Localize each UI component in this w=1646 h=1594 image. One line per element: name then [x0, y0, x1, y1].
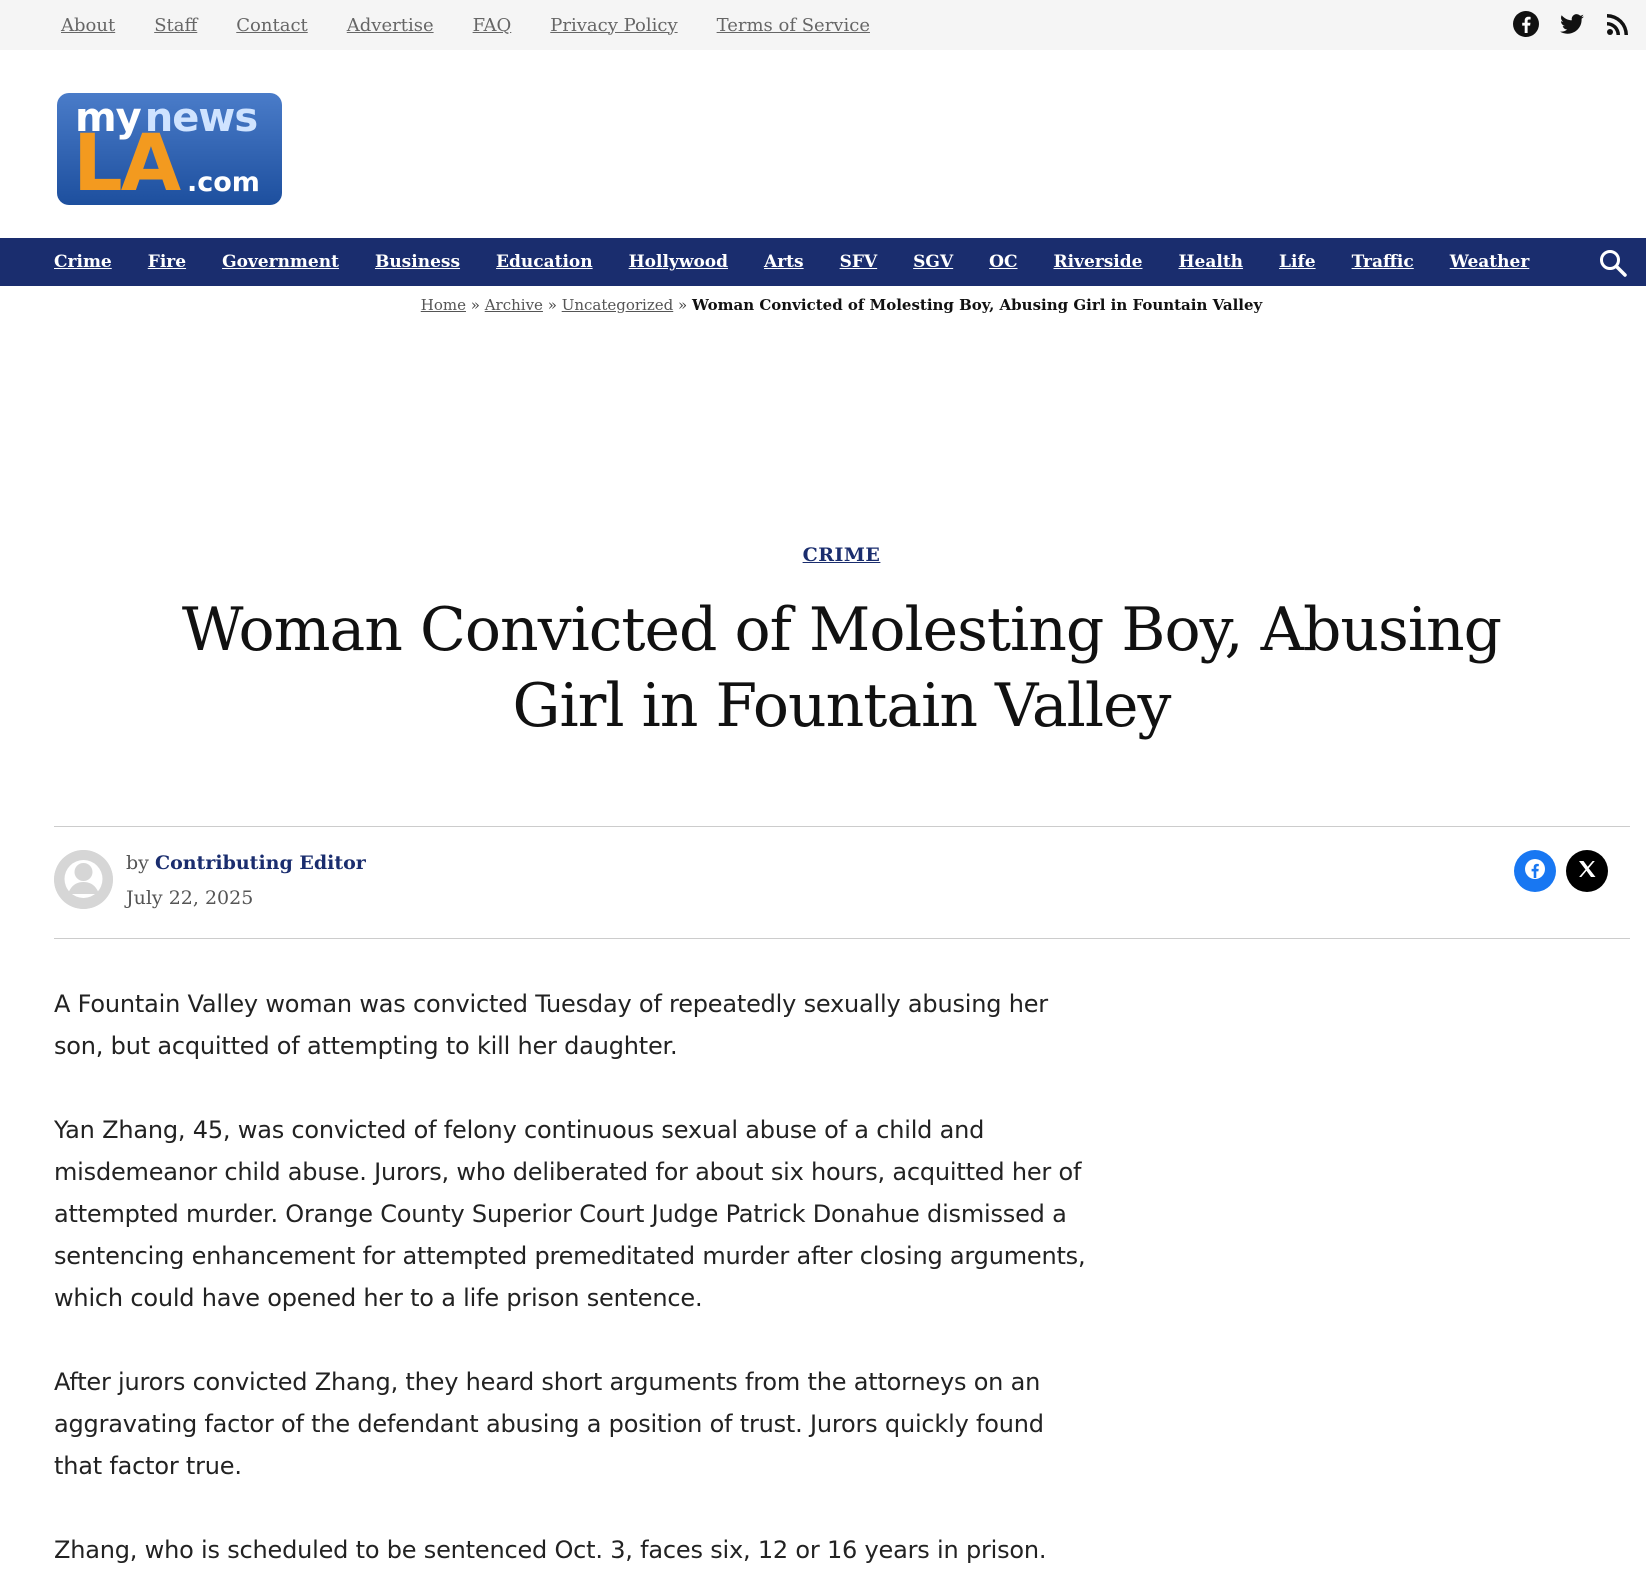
utility-link-about[interactable]: About [61, 15, 115, 36]
divider-top [54, 826, 1630, 827]
utility-link-contact[interactable]: Contact [236, 15, 307, 36]
divider-bottom [54, 938, 1630, 939]
main-navigation: Crime Fire Government Business Education… [0, 238, 1646, 286]
byline-prefix: by [126, 852, 149, 874]
utility-bar: About Staff Contact Advertise FAQ Privac… [0, 0, 1646, 50]
article-paragraph: Zhang, who is scheduled to be sentenced … [54, 1536, 1047, 1564]
ad-placeholder [360, 348, 1320, 478]
nav-item-sgv[interactable]: SGV [913, 252, 953, 272]
facebook-icon [1524, 858, 1546, 884]
nav-item-crime[interactable]: Crime [54, 252, 112, 272]
article-body: A Fountain Valley woman was convicted Tu… [54, 983, 1094, 1594]
logo-la: LA [73, 119, 181, 205]
main-nav-items: Crime Fire Government Business Education… [54, 238, 1565, 286]
nav-item-life[interactable]: Life [1279, 252, 1316, 272]
article-category: CRIME [0, 544, 1646, 566]
utility-link-privacy-policy[interactable]: Privacy Policy [550, 15, 677, 36]
nav-item-arts[interactable]: Arts [764, 252, 804, 272]
twitter-icon[interactable] [1558, 10, 1586, 38]
nav-item-hollywood[interactable]: Hollywood [629, 252, 728, 272]
share-facebook-button[interactable] [1514, 850, 1556, 892]
publish-date: July 22, 2025 [126, 887, 254, 909]
utility-links: About Staff Contact Advertise FAQ Privac… [61, 0, 909, 50]
article-paragraph: After jurors convicted Zhang, they heard… [54, 1368, 1044, 1480]
nav-item-education[interactable]: Education [496, 252, 593, 272]
site-logo[interactable]: my news LA .com [57, 93, 282, 205]
breadcrumb: Home » Archive » Uncategorized » Woman C… [0, 296, 1646, 314]
byline: by Contributing Editor [126, 852, 366, 874]
article-title: Woman Convicted of Molesting Boy, Abusin… [181, 595, 1502, 741]
utility-link-terms-of-service[interactable]: Terms of Service [717, 15, 870, 36]
nav-item-oc[interactable]: OC [989, 252, 1017, 272]
nav-item-traffic[interactable]: Traffic [1352, 252, 1414, 272]
breadcrumb-current: Woman Convicted of Molesting Boy, Abusin… [691, 296, 1263, 314]
breadcrumb-separator: » [470, 296, 480, 314]
utility-link-staff[interactable]: Staff [154, 15, 197, 36]
breadcrumb-uncategorized[interactable]: Uncategorized [562, 296, 674, 314]
utility-link-advertise[interactable]: Advertise [347, 15, 434, 36]
category-link[interactable]: CRIME [803, 544, 881, 566]
share-x-button[interactable] [1566, 850, 1608, 892]
article-paragraph: A Fountain Valley woman was convicted Tu… [54, 990, 1048, 1060]
facebook-icon[interactable] [1512, 10, 1540, 38]
author-avatar[interactable] [54, 850, 113, 909]
nav-item-government[interactable]: Government [222, 252, 339, 272]
breadcrumb-separator: » [678, 296, 688, 314]
breadcrumb-home[interactable]: Home [421, 296, 466, 314]
logo-dotcom: .com [187, 167, 260, 198]
x-icon [1577, 859, 1597, 883]
nav-item-sfv[interactable]: SFV [840, 252, 878, 272]
nav-item-weather[interactable]: Weather [1450, 252, 1530, 272]
author-link[interactable]: Contributing Editor [155, 852, 366, 874]
nav-item-health[interactable]: Health [1178, 252, 1243, 272]
article-paragraph: Yan Zhang, 45, was convicted of felony c… [54, 1116, 1086, 1312]
nav-item-business[interactable]: Business [375, 252, 460, 272]
nav-item-riverside[interactable]: Riverside [1054, 252, 1143, 272]
breadcrumb-separator: » [547, 296, 557, 314]
nav-item-fire[interactable]: Fire [148, 252, 186, 272]
utility-link-faq[interactable]: FAQ [473, 15, 512, 36]
rss-icon[interactable] [1604, 10, 1632, 38]
breadcrumb-archive[interactable]: Archive [485, 296, 543, 314]
search-icon[interactable] [1598, 248, 1628, 278]
social-links [1512, 10, 1632, 38]
